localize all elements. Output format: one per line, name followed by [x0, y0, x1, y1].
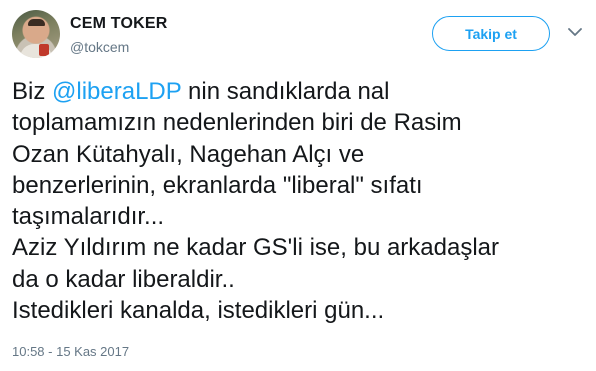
author-names[interactable]: CEM TOKER @tokcem [70, 14, 168, 57]
tweet-line: benzerlerinin, ekranlarda "liberal" sıfa… [12, 171, 423, 199]
tweet-header: CEM TOKER @tokcem Takip et [12, 10, 584, 58]
mention-link[interactable]: @liberaLDP [52, 78, 181, 105]
tweet-line: taşımalarıdır... [12, 203, 165, 231]
tweet-menu-button[interactable] [565, 22, 585, 42]
chevron-down-icon [568, 27, 582, 36]
display-name[interactable]: CEM TOKER [70, 14, 168, 34]
tweet-line: da o kadar liberaldir.. [12, 265, 235, 293]
tweet-timestamp[interactable]: 10:58 - 15 Kas 2017 [12, 344, 129, 360]
tweet-text: Biz @liberaLDP nin sandıklarda nal topla… [12, 76, 584, 326]
username[interactable]: @tokcem [70, 37, 168, 57]
tweet-line: Aziz Yıldırım ne kadar GS'li ise, bu ark… [12, 234, 500, 262]
avatar-accent [39, 44, 49, 56]
tweet-line: Ozan Kütahyalı, Nagehan Alçı ve [12, 140, 365, 168]
tweet-card: CEM TOKER @tokcem Takip et Biz @liberaLD… [0, 0, 596, 371]
tweet-line: Biz @liberaLDP nin sandıklarda nal [12, 76, 584, 107]
avatar[interactable] [12, 10, 60, 58]
tweet-text-segment: nin sandıklarda nal [181, 78, 390, 105]
tweet-line: toplamamızın nedenlerinden biri de Rasim [12, 109, 462, 137]
tweet-line: Istedikleri kanalda, istedikleri gün... [12, 297, 385, 325]
avatar-hair [28, 19, 45, 26]
tweet-text-segment: Biz [12, 78, 53, 105]
follow-button[interactable]: Takip et [432, 16, 550, 51]
